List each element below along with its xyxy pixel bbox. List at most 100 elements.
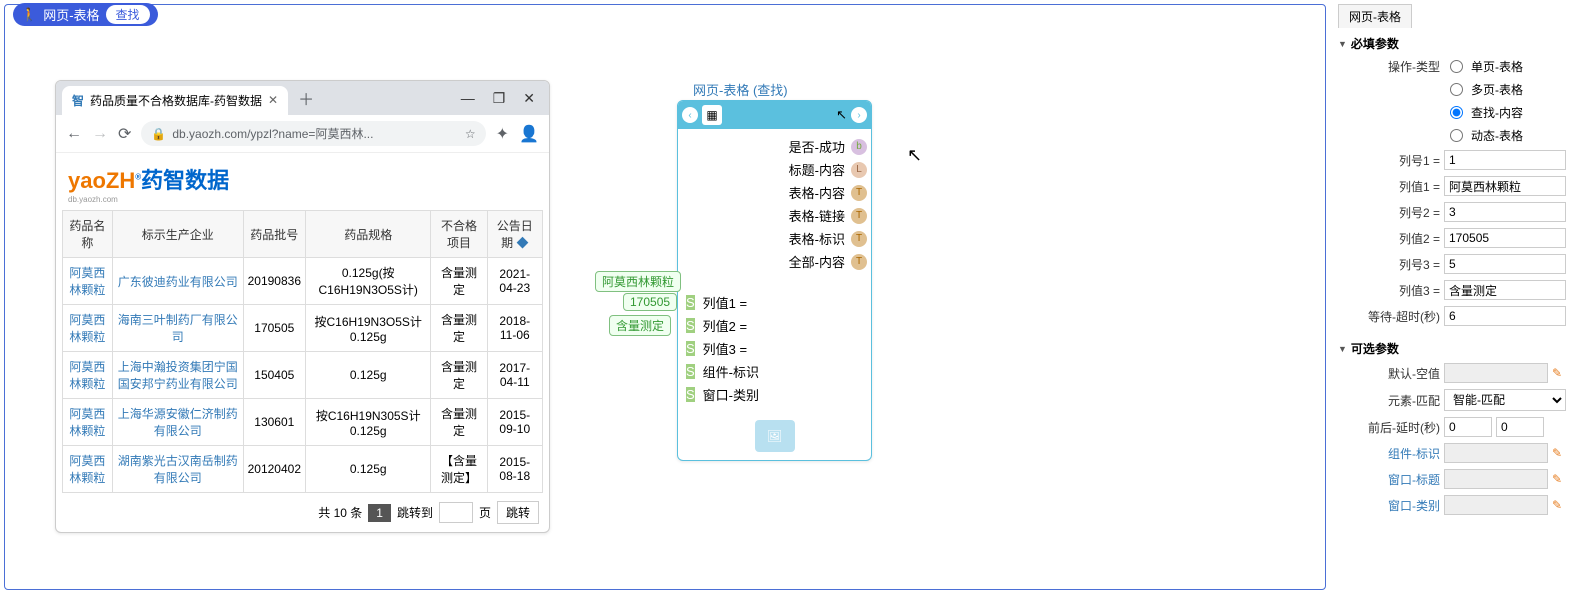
table-cell[interactable]: 阿莫西林颗粒	[63, 258, 113, 305]
jump-page-input[interactable]	[439, 502, 473, 523]
table-cell: 0.125g	[306, 446, 431, 493]
default-empty-input[interactable]	[1444, 363, 1548, 383]
jump-button[interactable]: 跳转	[497, 501, 539, 524]
field-input[interactable]	[1444, 202, 1566, 222]
table-cell[interactable]: 阿莫西林颗粒	[63, 399, 113, 446]
op-type-radio[interactable]	[1450, 60, 1463, 73]
mouse-cursor-icon: ↖	[907, 145, 922, 166]
star-icon[interactable]: ☆	[465, 127, 476, 141]
table-row: 阿莫西林颗粒湖南紫光古汉南岳制药有限公司201204020.125g【含量测定】…	[63, 446, 543, 493]
node-input-port[interactable]: S窗口-类别	[678, 383, 871, 406]
table-header[interactable]: 不合格项目	[431, 211, 487, 258]
type-badge: T	[851, 185, 867, 201]
table-header[interactable]: 药品规格	[306, 211, 431, 258]
edit-icon[interactable]: ✎	[1552, 498, 1566, 512]
field-input[interactable]	[1444, 176, 1566, 196]
table-cell: 按C16H19N305S计0.125g	[306, 399, 431, 446]
edit-icon[interactable]: ✎	[1552, 472, 1566, 486]
table-cell[interactable]: 阿莫西林颗粒	[63, 352, 113, 399]
close-icon[interactable]: ✕	[523, 90, 535, 107]
delay-after-input[interactable]	[1496, 417, 1544, 437]
table-cell: 按C16H19N3O5S计0.125g	[306, 305, 431, 352]
tab-strip: 智 药品质量不合格数据库-药智数据 ✕ ＋ — ❐ ✕	[56, 81, 549, 115]
table-header[interactable]: 药品批号	[243, 211, 305, 258]
field-input[interactable]	[1444, 254, 1566, 274]
reload-icon[interactable]: ⟳	[118, 124, 131, 144]
op-type-radio[interactable]	[1450, 129, 1463, 142]
chevron-right-icon[interactable]: ›	[851, 107, 867, 123]
node-input-port[interactable]: S列值2 =	[678, 314, 871, 337]
table-cell[interactable]: 上海中瀚投资集团宁国国安邦宁药业有限公司	[112, 352, 243, 399]
op-type-option[interactable]: 单页-表格	[1471, 58, 1523, 75]
extensions-icon[interactable]: ✦	[496, 124, 509, 144]
optional-link-label[interactable]: 窗口-标题	[1338, 471, 1440, 488]
element-match-select[interactable]: 智能-匹配	[1444, 389, 1566, 411]
new-tab-button[interactable]: ＋	[298, 86, 314, 110]
back-icon[interactable]: ←	[66, 125, 82, 143]
node-output-port[interactable]: 表格-链接T	[678, 204, 871, 227]
field-label: 列值1 =	[1338, 178, 1440, 195]
required-section-header[interactable]: ▼必填参数	[1338, 32, 1566, 55]
node-output-port[interactable]: 表格-内容T	[678, 181, 871, 204]
image-placeholder-icon: 🖼	[755, 420, 795, 452]
node-output-port[interactable]: 全部-内容T	[678, 250, 871, 273]
table-cell[interactable]: 阿莫西林颗粒	[63, 305, 113, 352]
forward-icon[interactable]: →	[92, 125, 108, 143]
maximize-icon[interactable]: ❐	[493, 90, 506, 107]
table-header[interactable]: 标示生产企业	[112, 211, 243, 258]
browser-tab[interactable]: 智 药品质量不合格数据库-药智数据 ✕	[62, 86, 288, 115]
node-box[interactable]: ‹ ▦ ↖ › 是否-成功b标题-内容L表格-内容T表格-链接T表格-标识T全部…	[677, 100, 872, 461]
chevron-left-icon[interactable]: ‹	[682, 107, 698, 123]
table-header[interactable]: 公告日期 ◆	[487, 211, 542, 258]
table-cell[interactable]: 广东彼迪药业有限公司	[112, 258, 243, 305]
table-row: 阿莫西林颗粒广东彼迪药业有限公司201908360.125g(按C16H19N3…	[63, 258, 543, 305]
tab-close-icon[interactable]: ✕	[268, 93, 278, 107]
optional-section-header[interactable]: ▼可选参数	[1338, 337, 1566, 360]
total-count: 共 10 条	[318, 504, 362, 521]
panel-tab[interactable]: 网页-表格	[1338, 4, 1412, 28]
field-input[interactable]	[1444, 150, 1566, 170]
node-output-port[interactable]: 标题-内容L	[678, 158, 871, 181]
chip-col2: 170505	[623, 293, 677, 311]
element-match-label: 元素-匹配	[1338, 392, 1440, 409]
optional-input[interactable]	[1444, 469, 1548, 489]
minimize-icon[interactable]: —	[461, 90, 475, 107]
browser-window: 智 药品质量不合格数据库-药智数据 ✕ ＋ — ❐ ✕ ← → ⟳ 🔒 db.y…	[55, 80, 550, 533]
title-text: 网页-表格	[43, 5, 99, 24]
field-input[interactable]	[1444, 280, 1566, 300]
table-cell[interactable]: 海南三叶制药厂有限公司	[112, 305, 243, 352]
optional-link-label[interactable]: 窗口-类别	[1338, 497, 1440, 514]
table-cell[interactable]: 上海华源安徽仁济制药有限公司	[112, 399, 243, 446]
node-input-port[interactable]: S组件-标识	[678, 360, 871, 383]
table-cell: 含量测定	[431, 305, 487, 352]
url-input[interactable]: 🔒 db.yaozh.com/ypzl?name=阿莫西林... ☆	[141, 121, 485, 146]
node-output-port[interactable]: 是否-成功b	[678, 135, 871, 158]
cursor-icon: ↖	[836, 107, 847, 123]
op-type-radio[interactable]	[1450, 83, 1463, 96]
table-cell[interactable]: 阿莫西林颗粒	[63, 446, 113, 493]
field-input[interactable]	[1444, 306, 1566, 326]
type-badge: S	[686, 295, 695, 310]
field-input[interactable]	[1444, 228, 1566, 248]
optional-link-label[interactable]: 组件-标识	[1338, 445, 1440, 462]
profile-icon[interactable]: 👤	[519, 124, 539, 144]
op-type-option[interactable]: 查找-内容	[1471, 104, 1523, 121]
current-page[interactable]: 1	[368, 504, 391, 522]
find-button[interactable]: 查找	[106, 5, 150, 24]
op-type-radio[interactable]	[1450, 106, 1463, 119]
type-badge: L	[851, 162, 867, 178]
table-cell[interactable]: 湖南紫光古汉南岳制药有限公司	[112, 446, 243, 493]
op-type-option[interactable]: 多页-表格	[1471, 81, 1523, 98]
edit-icon[interactable]: ✎	[1552, 366, 1566, 380]
optional-input[interactable]	[1444, 495, 1548, 515]
node-input-port[interactable]: S列值3 =	[678, 337, 871, 360]
table-header[interactable]: 药品名称	[63, 211, 113, 258]
node-output-port[interactable]: 表格-标识T	[678, 227, 871, 250]
optional-input[interactable]	[1444, 443, 1548, 463]
node-input-port[interactable]: S列值1 =	[678, 291, 871, 314]
site-logo: yaoZH®药智数据 db.yaozh.com	[56, 153, 549, 210]
table-cell: 2015-09-10	[487, 399, 542, 446]
edit-icon[interactable]: ✎	[1552, 446, 1566, 460]
delay-before-input[interactable]	[1444, 417, 1492, 437]
op-type-option[interactable]: 动态-表格	[1471, 127, 1523, 144]
